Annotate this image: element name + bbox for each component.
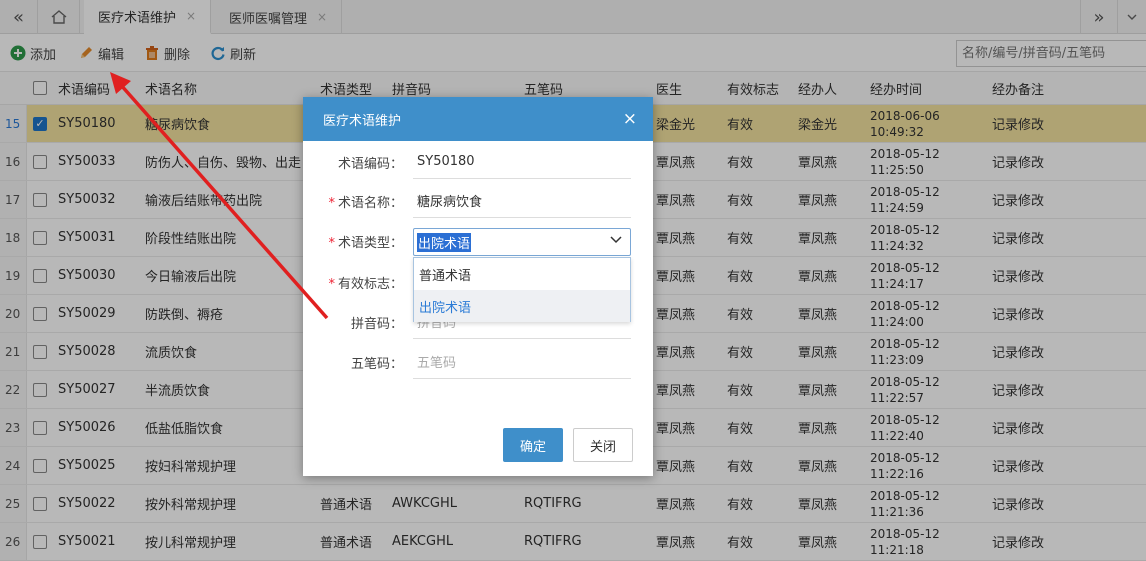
dialog-header: 医疗术语维护 × [303, 97, 653, 141]
field-type: * 术语类型： 出院术语 [303, 224, 653, 258]
confirm-button[interactable]: 确定 [503, 428, 563, 462]
type-select[interactable]: 出院术语 [413, 228, 631, 256]
dialog-title: 医疗术语维护 [323, 113, 402, 129]
type-label: * 术语类型： [328, 236, 403, 251]
chevron-down-icon[interactable] [610, 234, 622, 247]
required-mark: * [328, 277, 335, 292]
type-dropdown: 普通术语 出院术语 [413, 257, 631, 322]
required-mark: * [328, 236, 335, 251]
close-icon[interactable]: × [623, 109, 637, 129]
wubi-field[interactable]: 五笔码 [413, 345, 631, 379]
field-name: * 术语名称： 糖尿病饮食 [303, 184, 653, 218]
valid-label: * 有效标志： [328, 277, 403, 292]
type-selected-value: 出院术语 [417, 232, 472, 252]
dropdown-option[interactable]: 普通术语 [414, 258, 630, 290]
term-edit-dialog: 医疗术语维护 × 术语编码： SY50180 * 术语名称： 糖尿病饮食 * 术语类… [303, 97, 653, 476]
required-mark: * [328, 196, 335, 211]
pinyin-label: 拼音码： [350, 317, 403, 332]
code-label: 术语编码： [337, 157, 403, 172]
name-field[interactable]: 糖尿病饮食 [413, 184, 631, 218]
field-wubi: 五笔码： 五笔码 [303, 345, 653, 379]
name-label: * 术语名称： [328, 196, 403, 211]
code-field[interactable]: SY50180 [413, 145, 631, 179]
close-button[interactable]: 关闭 [573, 428, 633, 462]
wubi-label: 五笔码： [350, 357, 403, 372]
dropdown-option[interactable]: 出院术语 [414, 290, 630, 322]
field-code: 术语编码： SY50180 [303, 145, 653, 179]
